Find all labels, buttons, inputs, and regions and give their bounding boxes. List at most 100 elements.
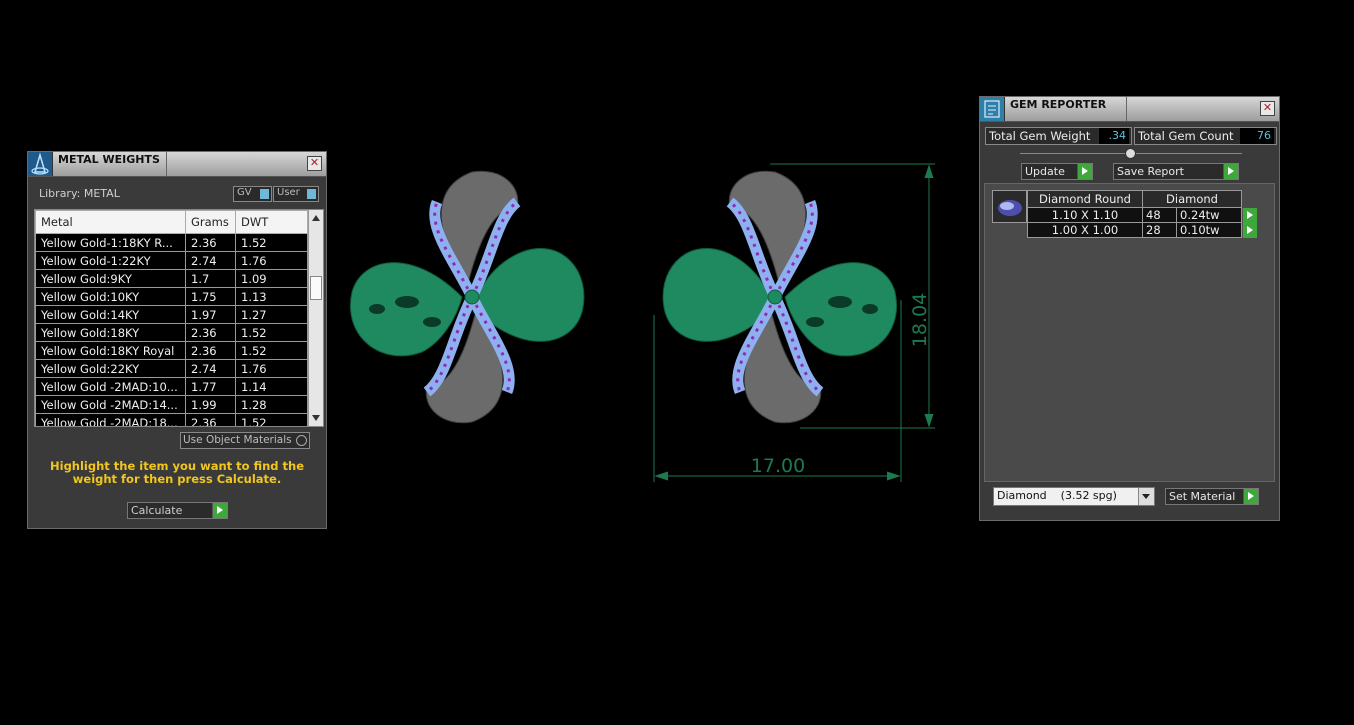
user-indicator	[307, 189, 316, 199]
metal-name: Yellow Gold:18KY Royal	[35, 341, 186, 360]
update-label: Update	[1025, 165, 1065, 178]
play-icon	[1242, 222, 1257, 238]
calculate-button[interactable]: Calculate	[127, 502, 228, 519]
metal-weights-app-icon	[28, 152, 53, 176]
metal-dwt: 1.28	[235, 395, 308, 414]
user-label: User	[277, 187, 300, 198]
update-button[interactable]: Update	[1021, 163, 1093, 180]
gv-label: GV	[237, 187, 252, 198]
diamond-round-icon[interactable]	[992, 190, 1027, 223]
metal-grams: 1.97	[185, 305, 236, 324]
use-object-materials-toggle[interactable]: Use Object Materials	[180, 432, 310, 449]
metal-dwt: 1.52	[235, 341, 308, 360]
earring-right[interactable]	[663, 171, 896, 423]
table-row[interactable]: Yellow Gold -2MAD:10... 1.77 1.14	[35, 377, 308, 396]
earring-left[interactable]	[350, 171, 583, 423]
column-header-metal[interactable]: Metal	[35, 210, 186, 234]
gem-row[interactable]: 1.10 X 1.10 48 0.24tw	[1027, 207, 1258, 223]
table-row[interactable]: Yellow Gold:22KY 2.74 1.76	[35, 359, 308, 378]
play-icon	[1077, 164, 1092, 179]
gv-indicator	[260, 189, 269, 199]
table-row[interactable]: Yellow Gold -2MAD:18... 2.36 1.52	[35, 413, 308, 426]
total-gem-count-label: Total Gem Count	[1138, 129, 1234, 143]
metal-weights-titlebar[interactable]: METAL WEIGHTS ✕	[28, 152, 326, 177]
metal-dwt: 1.27	[235, 305, 308, 324]
scroll-up-icon[interactable]	[312, 215, 320, 221]
metal-name: Yellow Gold:18KY	[35, 323, 186, 342]
metal-dwt: 1.52	[235, 233, 308, 252]
gem-row-action[interactable]	[1242, 207, 1258, 223]
metal-name: Yellow Gold:22KY	[35, 359, 186, 378]
gem-weight: 0.10tw	[1176, 222, 1242, 238]
save-report-button[interactable]: Save Report	[1113, 163, 1239, 180]
metal-name: Yellow Gold:10KY	[35, 287, 186, 306]
table-row[interactable]: Yellow Gold-1:22KY 2.74 1.76	[35, 251, 308, 270]
scroll-down-icon[interactable]	[312, 415, 320, 421]
column-header-dwt[interactable]: DWT	[235, 210, 308, 234]
close-icon[interactable]: ✕	[1260, 101, 1275, 116]
user-toggle[interactable]: User	[273, 186, 319, 202]
metal-weights-panel: METAL WEIGHTS ✕ Library: METAL GV User M…	[27, 151, 327, 529]
table-row[interactable]: Yellow Gold:14KY 1.97 1.27	[35, 305, 308, 324]
metal-grams: 1.75	[185, 287, 236, 306]
total-gem-weight-field: Total Gem Weight .34	[985, 127, 1132, 145]
table-row[interactable]: Yellow Gold-1:18KY R... 2.36 1.52	[35, 233, 308, 252]
gem-reporter-panel: GEM REPORTER ✕ Total Gem Weight .34 Tota…	[979, 96, 1280, 521]
set-material-button[interactable]: Set Material	[1165, 488, 1259, 505]
calculate-label: Calculate	[131, 504, 183, 517]
gem-row[interactable]: 1.00 X 1.00 28 0.10tw	[1027, 222, 1258, 238]
height-dimension-label: 18.04	[909, 293, 931, 347]
total-gem-count-value: 76	[1240, 128, 1274, 144]
metal-name: Yellow Gold:9KY	[35, 269, 186, 288]
gem-shape-header: Diamond Round	[1027, 190, 1143, 208]
gem-list-area[interactable]: Diamond Round Diamond 1.10 X 1.10 48 0.2…	[984, 183, 1275, 482]
metal-dwt: 1.13	[235, 287, 308, 306]
metal-dwt: 1.14	[235, 377, 308, 396]
library-label: Library: METAL	[39, 187, 120, 200]
radio-icon	[296, 435, 307, 446]
metal-weights-title: METAL WEIGHTS	[58, 153, 160, 166]
metal-list-scrollbar[interactable]	[308, 210, 323, 426]
set-material-label: Set Material	[1169, 490, 1236, 503]
metal-grams: 2.36	[185, 323, 236, 342]
gem-reporter-app-icon	[980, 97, 1005, 121]
model-viewport[interactable]: 18.04 17.00	[330, 140, 970, 500]
table-row[interactable]: Yellow Gold:9KY 1.7 1.09	[35, 269, 308, 288]
table-row[interactable]: Yellow Gold:18KY 2.36 1.52	[35, 323, 308, 342]
metal-grams: 2.74	[185, 359, 236, 378]
gem-table-header: Diamond Round Diamond	[1027, 190, 1258, 208]
play-icon	[212, 503, 227, 518]
metal-grams: 2.74	[185, 251, 236, 270]
metal-grams: 2.36	[185, 413, 236, 426]
close-icon[interactable]: ✕	[307, 156, 322, 171]
gem-row-action[interactable]	[1242, 222, 1258, 238]
play-icon	[1243, 489, 1258, 504]
play-icon	[1223, 164, 1238, 179]
scroll-thumb[interactable]	[310, 276, 322, 300]
table-row[interactable]: Yellow Gold:18KY Royal 2.36 1.52	[35, 341, 308, 360]
table-row[interactable]: Yellow Gold -2MAD:14... 1.99 1.28	[35, 395, 308, 414]
save-report-label: Save Report	[1117, 165, 1184, 178]
metal-grams: 1.77	[185, 377, 236, 396]
total-gem-weight-value: .34	[1099, 128, 1129, 144]
material-select[interactable]: Diamond (3.52 spg)	[993, 487, 1155, 506]
slider-handle[interactable]	[1125, 148, 1136, 159]
titlebar-divider	[166, 152, 167, 176]
width-dimension-label: 17.00	[751, 455, 805, 477]
table-row[interactable]: Yellow Gold:10KY 1.75 1.13	[35, 287, 308, 306]
column-header-grams[interactable]: Grams	[185, 210, 236, 234]
viewport-canvas: 18.04 17.00	[330, 163, 935, 482]
gem-count: 48	[1141, 207, 1178, 223]
report-slider[interactable]	[1020, 148, 1242, 159]
gem-count: 28	[1141, 222, 1178, 238]
metal-grams: 2.36	[185, 341, 236, 360]
gv-toggle[interactable]: GV	[233, 186, 272, 202]
gem-reporter-titlebar[interactable]: GEM REPORTER ✕	[980, 97, 1279, 122]
metal-dwt: 1.52	[235, 323, 308, 342]
instruction-text: Highlight the item you want to find the …	[50, 459, 304, 486]
total-gem-count-field: Total Gem Count 76	[1134, 127, 1277, 145]
gem-reporter-title: GEM REPORTER	[1010, 98, 1107, 111]
use-object-materials-label: Use Object Materials	[183, 434, 292, 446]
metal-name: Yellow Gold -2MAD:18...	[35, 413, 186, 426]
metal-list[interactable]: Metal Grams DWT Yellow Gold-1:18KY R... 2…	[34, 209, 324, 427]
